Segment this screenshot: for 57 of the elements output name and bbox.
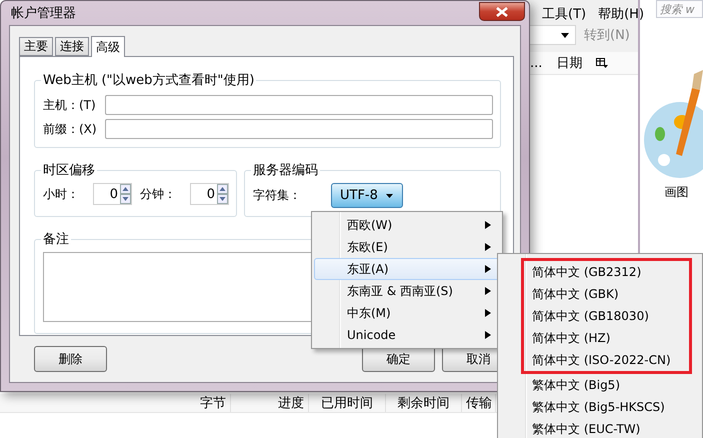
submenu-arrow-icon: [485, 309, 491, 317]
close-button[interactable]: [479, 2, 525, 21]
menu-item[interactable]: 简体中文 (GBK): [521, 283, 692, 305]
menu-item[interactable]: Unicode: [314, 324, 500, 346]
field-label: 字符集：: [253, 187, 301, 204]
column-title[interactable]: 进度: [231, 394, 309, 412]
submenu-arrow-icon: [485, 221, 491, 229]
menu-item[interactable]: 繁体中文 (Big5-HKSCS): [521, 396, 692, 418]
input-field[interactable]: [105, 119, 493, 139]
column-title[interactable]: 字节: [0, 394, 231, 412]
field-label: 分钟：: [140, 186, 177, 202]
dropdown-arrow-icon: [561, 32, 569, 38]
input-field[interactable]: [105, 95, 493, 115]
tab[interactable]: 连接: [55, 37, 89, 56]
dialog-button[interactable]: 删除: [34, 346, 107, 372]
column-title[interactable]: ...: [530, 56, 542, 70]
menu-item[interactable]: 东欧(E): [314, 236, 500, 258]
column-chooser-icon[interactable]: [596, 58, 608, 68]
menu-item[interactable]: 繁体中文 (EUC-TW): [521, 418, 692, 438]
column-title[interactable]: 剩余时间: [386, 394, 462, 412]
menu-item[interactable]: 中东(M): [314, 302, 500, 324]
group-title: 服务器编码: [252, 162, 319, 179]
tab[interactable]: 主要: [19, 37, 53, 56]
submenu-arrow-icon: [485, 287, 491, 295]
spinner-field[interactable]: 0: [92, 183, 132, 205]
column-title[interactable]: 日期: [556, 54, 582, 72]
column-title[interactable]: 传输: [462, 394, 496, 412]
palette-icon[interactable]: [642, 70, 703, 180]
column-title[interactable]: 已用时间: [309, 394, 386, 412]
field-label: 主机：(T): [43, 96, 97, 114]
menu-item[interactable]: 西欧(W): [314, 214, 500, 236]
group-title: Web主机 ("以web方式查看时"使用): [42, 72, 256, 89]
submenu-arrow-icon: [485, 331, 491, 339]
dropdown-arrow-icon: [386, 194, 393, 198]
field-label: 小时：: [43, 186, 80, 202]
spin-arrows-icon[interactable]: [217, 184, 228, 204]
submenu-arrow-icon: [485, 243, 491, 251]
spinner-field[interactable]: 0: [190, 183, 229, 205]
menu-item[interactable]: 东亚(A): [314, 258, 500, 280]
menu-item[interactable]: 简体中文 (GB18030): [521, 305, 692, 327]
menu-item[interactable]: 工具(T): [542, 5, 586, 22]
menu-item[interactable]: 帮助(H): [598, 5, 644, 22]
spin-arrows-icon[interactable]: [120, 184, 131, 204]
tab[interactable]: 高级: [91, 36, 125, 57]
group-title: 时区偏移: [42, 162, 96, 179]
group-title: 备注: [42, 231, 70, 248]
menu-item[interactable]: 简体中文 (ISO-2022-CN): [521, 349, 692, 374]
menu-item[interactable]: 繁体中文 (Big5): [521, 374, 692, 396]
menu-item[interactable]: 简体中文 (GB2312): [521, 258, 692, 283]
menu-item[interactable]: 简体中文 (HZ): [521, 327, 692, 349]
field-label: 前缀：(X): [43, 120, 98, 138]
submenu-arrow-icon: [485, 265, 491, 273]
charset-dropdown[interactable]: UTF-8: [331, 183, 403, 208]
menu-item[interactable]: 东南亚 & 西南亚(S): [314, 280, 500, 302]
desktop-icon-label[interactable]: 画图: [664, 184, 688, 201]
window-title: 帐户管理器: [11, 5, 76, 22]
close-icon: [496, 6, 508, 16]
